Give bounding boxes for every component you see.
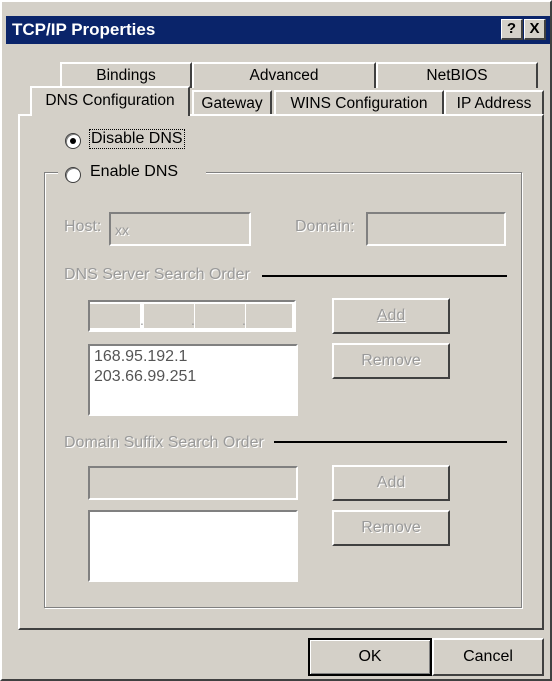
- disable-dns-label[interactable]: Disable DNS: [89, 129, 185, 149]
- enable-dns-label[interactable]: Enable DNS: [90, 163, 178, 181]
- host-input[interactable]: xx: [109, 212, 251, 246]
- domain-suffix-remove-button[interactable]: Remove: [332, 510, 450, 546]
- dns-server-list-item-2[interactable]: 203.66.99.251: [94, 368, 196, 386]
- tab-ip-address-label: IP Address: [456, 95, 532, 112]
- dns-server-add-button[interactable]: Add: [332, 298, 450, 334]
- dns-server-search-order-label: DNS Server Search Order: [64, 266, 250, 283]
- domain-suffix-divider: [274, 441, 507, 443]
- tab-advanced[interactable]: Advanced: [192, 62, 376, 88]
- disable-dns-radio[interactable]: [65, 133, 81, 149]
- dns-server-remove-label: Remove: [361, 352, 421, 369]
- tab-dns-configuration-label: DNS Configuration: [45, 92, 175, 109]
- ip-segment-1[interactable]: [90, 304, 140, 328]
- dns-server-list[interactable]: 168.95.192.1 203.66.99.251: [88, 344, 298, 416]
- domain-suffix-add-label: Add: [376, 474, 406, 491]
- domain-suffix-input[interactable]: [88, 466, 298, 500]
- ip-segment-2[interactable]: [144, 304, 194, 328]
- tab-netbios-label: NetBIOS: [426, 67, 488, 84]
- tab-bindings-label: Bindings: [96, 67, 156, 84]
- enable-dns-radio[interactable]: [65, 167, 81, 183]
- dns-server-add-label: Add: [376, 307, 406, 324]
- domain-suffix-remove-label: Remove: [361, 519, 421, 536]
- domain-suffix-search-order-label: Domain Suffix Search Order: [64, 434, 264, 451]
- close-button[interactable]: X: [524, 19, 546, 40]
- domain-suffix-list[interactable]: [88, 510, 298, 582]
- tab-gateway[interactable]: Gateway: [192, 90, 272, 116]
- tab-gateway-label: Gateway: [201, 95, 263, 112]
- domain-input[interactable]: [366, 212, 506, 246]
- tab-ip-address[interactable]: IP Address: [444, 90, 544, 116]
- radio-selected-dot: [70, 138, 76, 144]
- dialog-window: TCP/IP Properties ? X Bindings Advanced …: [0, 0, 552, 681]
- host-input-value: xx: [115, 222, 129, 238]
- cancel-button[interactable]: Cancel: [432, 638, 544, 676]
- ip-segment-3[interactable]: [195, 304, 245, 328]
- domain-label: Domain:: [295, 218, 355, 235]
- host-label: Host:: [64, 218, 102, 235]
- dns-server-ip-input[interactable]: . . .: [88, 300, 296, 332]
- tab-bindings[interactable]: Bindings: [60, 62, 192, 88]
- cancel-button-label: Cancel: [463, 648, 513, 665]
- dns-server-divider: [262, 275, 507, 277]
- tab-wins-configuration-label: WINS Configuration: [290, 95, 428, 112]
- dialog-title: TCP/IP Properties: [12, 20, 156, 39]
- ok-button[interactable]: OK: [308, 638, 432, 676]
- ok-button-label: OK: [358, 648, 382, 665]
- dns-server-list-item-1[interactable]: 168.95.192.1: [94, 348, 187, 366]
- tab-advanced-label: Advanced: [249, 67, 319, 84]
- dns-server-remove-button[interactable]: Remove: [332, 343, 450, 379]
- help-button[interactable]: ?: [501, 19, 523, 40]
- tab-wins-configuration[interactable]: WINS Configuration: [274, 90, 444, 116]
- tab-netbios[interactable]: NetBIOS: [376, 62, 538, 88]
- title-bar[interactable]: TCP/IP Properties ? X: [6, 16, 550, 44]
- ip-segment-4[interactable]: [246, 304, 292, 328]
- tab-dns-configuration[interactable]: DNS Configuration: [30, 86, 190, 116]
- domain-suffix-add-button[interactable]: Add: [332, 465, 450, 501]
